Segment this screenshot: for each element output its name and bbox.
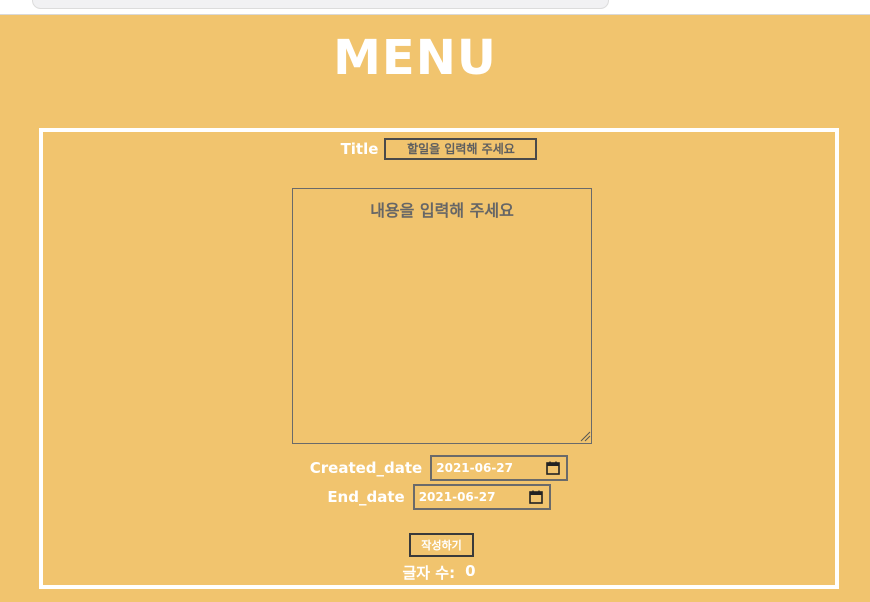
content-textarea[interactable] — [292, 188, 592, 444]
todo-form: Title Created_date 2021-06-27 End_date 2… — [39, 128, 839, 589]
page-title: MENU — [333, 30, 497, 86]
calendar-icon[interactable] — [546, 461, 561, 475]
end-date-row: End_date 2021-06-27 — [43, 484, 835, 510]
end-date-value: 2021-06-27 — [418, 490, 496, 504]
created-date-label: Created_date — [309, 459, 423, 477]
char-counter-label: 글자 수: — [402, 564, 456, 582]
created-date-value: 2021-06-27 — [436, 461, 514, 475]
title-input[interactable] — [384, 138, 538, 160]
end-date-input[interactable]: 2021-06-27 — [412, 484, 551, 510]
title-label: Title — [340, 140, 379, 158]
char-counter-value: 0 — [465, 562, 476, 580]
browser-top-bar — [0, 0, 870, 15]
submit-button[interactable]: 작성하기 — [409, 533, 474, 557]
end-date-label: End_date — [327, 488, 405, 506]
char-counter: 글자 수: 0 — [43, 562, 835, 583]
resize-grip-icon[interactable] — [580, 431, 591, 442]
created-date-row: Created_date 2021-06-27 — [43, 455, 835, 481]
calendar-icon[interactable] — [528, 490, 543, 504]
title-row: Title — [43, 138, 835, 160]
created-date-input[interactable]: 2021-06-27 — [430, 455, 569, 481]
browser-tab-strip — [32, 0, 609, 9]
